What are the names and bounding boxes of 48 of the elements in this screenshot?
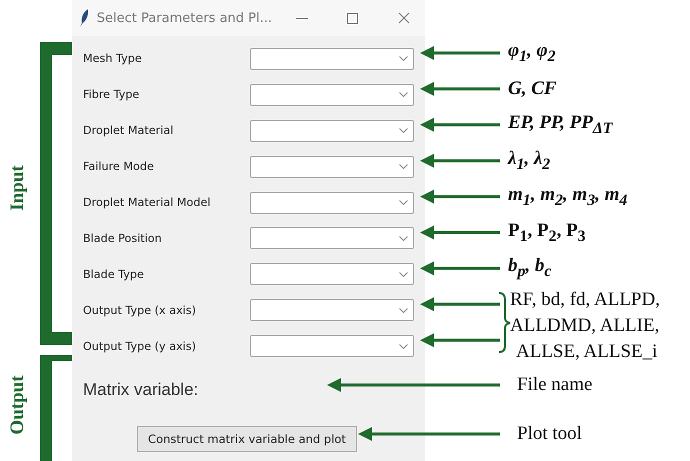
dropdown[interactable] — [250, 120, 414, 142]
chevron-icon — [399, 164, 408, 170]
dropdown[interactable] — [250, 263, 414, 286]
output-types-note: RF, bd, fd, ALLPD, — [510, 289, 660, 311]
dropdown[interactable] — [250, 156, 414, 178]
field-label: Droplet Material Model — [83, 196, 212, 209]
field-label: Blade Position — [83, 232, 163, 245]
field-label: Output Type (y axis) — [83, 340, 197, 353]
parameter-note: λ$_{1}$, λ$_{2}$ — [508, 148, 550, 174]
field-label: Output Type (x axis) — [83, 304, 197, 317]
field-label: Failure Mode — [83, 160, 155, 174]
file-name-note: File name — [517, 374, 592, 396]
field-label: Mesh Type — [83, 52, 143, 66]
chevron-icon — [399, 344, 408, 349]
dropdown[interactable] — [250, 84, 414, 106]
chevron-icon — [399, 236, 408, 241]
field-label: Blade Type — [83, 268, 145, 281]
curly-brace — [498, 292, 511, 353]
parameter-note: m$_{1}$, m$_{2}$, m$_{3}$, m$_{4}$ — [508, 184, 628, 210]
chevron-icon — [399, 56, 408, 62]
dropdown[interactable] — [250, 299, 414, 322]
output-types-note: ALLDMD, ALLIE, — [510, 315, 660, 337]
parameter-note: EP, PP, PP$_{ΔT}$ — [508, 112, 612, 138]
parameter-note: φ$_{1}$, φ$_{2}$ — [508, 40, 556, 66]
output-types-note: ALLSE, ALLSE_i — [516, 341, 658, 363]
maximize-icon — [347, 12, 358, 24]
chevron-icon — [399, 200, 408, 205]
parameter-note: G, CF — [508, 78, 557, 100]
feather-icon — [80, 9, 89, 27]
chevron-icon — [399, 92, 408, 98]
group-label: Output — [7, 375, 29, 435]
parameter-note: b$_{p}$, b$_{c}$ — [508, 256, 552, 282]
window-title: Select Parameters and Pl... — [96, 10, 272, 26]
field-label: Droplet Material — [83, 124, 174, 138]
plot-tool-note: Plot tool — [517, 423, 582, 445]
group-label: Input — [7, 165, 29, 211]
field-label: Fibre Type — [83, 88, 140, 102]
dropdown[interactable] — [250, 335, 414, 358]
chevron-icon — [399, 272, 408, 277]
chevron-icon — [399, 128, 408, 134]
matrix-variable-label: Matrix variable: — [83, 380, 198, 400]
dropdown[interactable] — [250, 192, 414, 214]
dropdown[interactable] — [250, 48, 414, 70]
construct-plot-button[interactable]: Construct matrix variable and plot — [137, 426, 357, 452]
dropdown[interactable] — [250, 227, 414, 250]
parameter-note: P$_{1}$, P$_{2}$, P$_{3}$ — [508, 220, 586, 246]
chevron-icon — [399, 308, 408, 313]
close-icon — [398, 12, 410, 24]
